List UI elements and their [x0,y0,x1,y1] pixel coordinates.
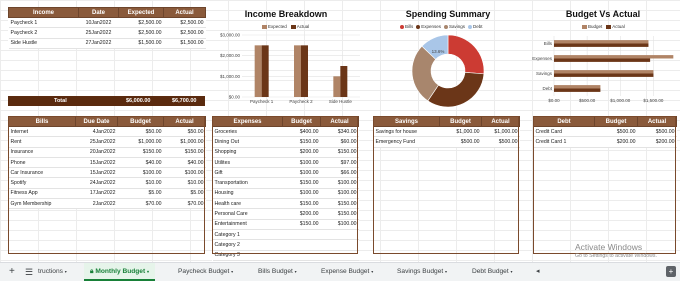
explore-plus-icon: + [668,267,674,276]
x-tick-label: Side Hustle [329,99,353,104]
dropdown-arrow-icon: ▾ [231,269,234,274]
tab-label: Debt Budget [472,268,509,275]
dropdown-arrow-icon: ▾ [445,269,448,274]
dropdown-arrow-icon: ▾ [510,269,513,274]
x-tick-label: Paycheck 2 [289,99,313,104]
plus-icon: + [9,266,15,277]
sheet-tab-bar: + ☰ tructions ▾ 🔒︎ Monthly Budget ▾ Payc… [0,262,680,281]
bills-section-border [8,116,205,254]
table-cell[interactable]: $2,500.00 [118,17,164,29]
dropdown-arrow-icon: ▾ [64,269,67,274]
tab-label: Savings Budget [397,268,444,275]
expenses-section-border [212,116,358,254]
bar-budget [554,85,601,89]
tab-savings-budget[interactable]: Savings Budget ▾ [397,263,447,281]
tab-label: tructions [38,268,63,275]
debt-section-border [533,116,676,254]
y-tick-label: $2,000.00 [220,53,241,58]
table-cell[interactable]: 25Jan2022 [78,27,119,39]
lock-icon: 🔒︎ [90,268,94,275]
spending-summary-chart[interactable]: Spending Summary Bills Expenses Savings Deb… [386,6,510,110]
bar-actual [554,43,649,47]
table-cell[interactable]: Paycheck 1 [8,17,79,29]
x-tick-label: Paycheck 1 [250,99,274,104]
bar-actual [261,45,269,97]
income-total-expected: $6,000.00 [126,98,151,104]
income-total-actual: $6,700.00 [172,98,197,104]
tab-label: Monthly Budget [95,268,146,275]
tab-debt-budget[interactable]: Debt Budget ▾ [472,263,513,281]
y-tick-label: $1,000.00 [220,74,241,79]
table-cell[interactable]: $1,500.00 [163,38,206,49]
tab-label: Expense Budget [321,268,370,275]
bar-expected [294,45,301,97]
bar-actual [554,88,601,92]
spending-chart-plot: 13.6% [411,34,485,108]
income-total-label: Total [54,98,67,104]
bar-actual [554,73,654,77]
tab-label: Bills Budget [258,268,293,275]
y-tick-label: Bills [544,41,553,46]
table-cell[interactable]: Side Hustle [8,38,79,49]
table-cell[interactable]: $1,500.00 [118,38,164,49]
bar-actual [301,45,308,97]
y-tick-label: $3,000.00 [220,33,241,38]
explore-button[interactable]: + [666,266,676,277]
x-tick-label: $0.00 [548,98,560,103]
income-chart-plot: $3,000.00 $2,000.00 $1,000.00 $0.00 Paycheck… [220,33,360,104]
column-header: Actual [163,7,206,18]
bar-budget [554,55,674,59]
table-cell[interactable]: $2,500.00 [118,27,164,39]
scroll-tabs-left-button[interactable]: ◂ [536,263,540,281]
activate-windows-subtitle: Go to Settings to activate Windows. [575,253,657,259]
activate-windows-title: Activate Windows [575,242,643,252]
tab-paycheck-budget[interactable]: Paycheck Budget ▾ [178,263,233,281]
slice-percent-label: 13.6% [432,49,445,54]
savings-section-border [373,116,519,254]
dropdown-arrow-icon: ▾ [371,269,374,274]
bar-expected [254,45,262,97]
table-cell[interactable]: Paycheck 2 [8,27,79,39]
income-table: Income Date Expected Actual Paycheck 1 10Jan… [8,7,206,49]
income-total-row: Total $6,000.00 $6,700.00 [8,96,205,106]
y-tick-label: Expenses [532,56,553,61]
budget-chart-plot: $0.00 $500.00 $1,000.00 $1,500.00 Bills Expen… [532,36,674,103]
budget-vs-actual-chart[interactable]: Budget Vs Actual Budget Actual $0.00 $500… [530,6,676,110]
table-cell[interactable]: $2,500.00 [163,27,206,39]
x-tick-label: $1,500.00 [643,98,664,103]
y-tick-label: Savings [536,71,553,76]
chevron-left-icon: ◂ [536,268,540,275]
y-tick-label: $0.00 [229,95,241,100]
table-row: Paycheck 2 25Jan2022 $2,500.00 $2,500.00 [8,27,206,39]
pie-slice-bills [447,34,485,75]
tab-instructions[interactable]: tructions ▾ [38,263,67,281]
bar-actual [340,66,348,97]
all-sheets-button[interactable]: ☰ [25,263,33,281]
bar-budget [554,40,649,44]
x-tick-label: $500.00 [579,98,596,103]
pie-slice-expenses [427,72,485,108]
table-cell[interactable]: 10Jan2022 [78,17,119,29]
add-sheet-button[interactable]: + [9,263,15,281]
y-tick-label: Debt [542,86,552,91]
bar-actual [554,58,651,62]
column-header: Expected [118,7,164,18]
dropdown-arrow-icon: ▾ [147,269,150,274]
tab-monthly-budget[interactable]: 🔒︎ Monthly Budget ▾ [84,263,156,281]
list-icon: ☰ [25,267,34,277]
income-breakdown-chart[interactable]: Income Breakdown Expected Actual $3,000.… [208,6,364,110]
bar-expected [333,76,341,97]
column-header: Income [8,7,79,18]
bar-budget [554,70,654,74]
table-cell[interactable]: $2,500.00 [163,17,206,29]
column-header: Date [78,7,119,18]
tab-label: Paycheck Budget [178,268,230,275]
table-cell[interactable]: 27Jan2022 [78,38,119,49]
table-row: Paycheck 1 10Jan2022 $2,500.00 $2,500.00 [8,17,206,29]
x-tick-label: $1,000.00 [610,98,631,103]
dropdown-arrow-icon: ▾ [294,269,297,274]
tab-expense-budget[interactable]: Expense Budget ▾ [321,263,373,281]
tab-bills-budget[interactable]: Bills Budget ▾ [258,263,297,281]
table-row: Side Hustle 27Jan2022 $1,500.00 $1,500.00 [8,38,206,49]
